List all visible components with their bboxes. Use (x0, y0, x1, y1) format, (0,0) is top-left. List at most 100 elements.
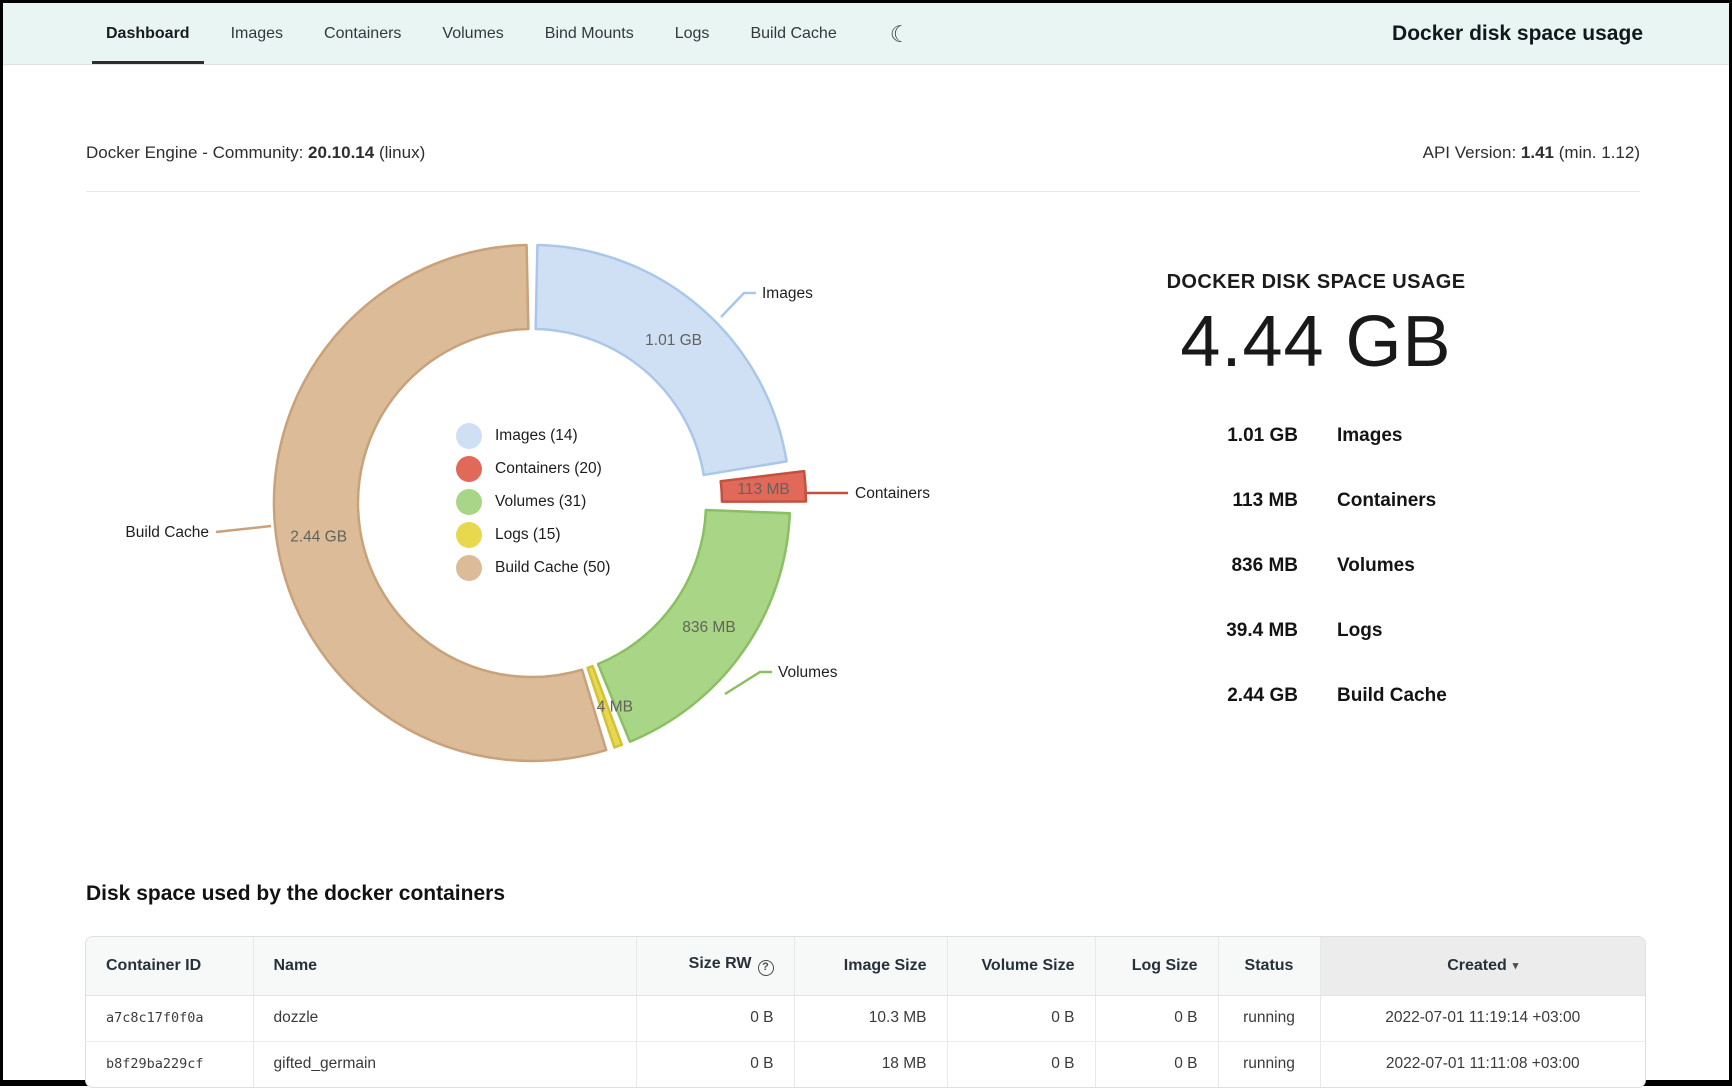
summary-value: 39.4 MB (1006, 620, 1298, 642)
cell-name: dozzle (253, 995, 636, 1041)
cell-log_size: 0 B (1095, 995, 1218, 1041)
col-header-status[interactable]: Status (1218, 937, 1320, 995)
legend-item-volumes[interactable]: Volumes (31) (456, 485, 610, 518)
legend-item-build-cache[interactable]: Build Cache (50) (456, 551, 610, 584)
table-row: a7c8c17f0f0adozzle0 B10.3 MB0 B0 Brunnin… (86, 995, 1645, 1041)
col-header-label: Status (1245, 957, 1294, 974)
col-header-log-size[interactable]: Log Size (1095, 937, 1218, 995)
summary-value: 2.44 GB (1006, 685, 1298, 707)
engine-label: Docker Engine - Community: (86, 143, 303, 162)
legend-item-images[interactable]: Images (14) (456, 419, 610, 452)
sort-desc-icon: ▾ (1513, 960, 1519, 972)
engine-version: 20.10.14 (308, 143, 374, 162)
moon-icon[interactable]: ☾ (890, 3, 911, 64)
legend-label: Volumes (31) (495, 493, 586, 511)
cell-id: a7c8c17f0f0a (86, 995, 253, 1041)
summary-value: 836 MB (1006, 555, 1298, 577)
api-version: 1.41 (1521, 143, 1554, 162)
summary-label: Volumes (1298, 555, 1626, 577)
slice-value-label: 1.01 GB (645, 332, 702, 349)
summary-row-logs: 39.4 MB Logs (1006, 599, 1626, 664)
cell-volume_size: 0 B (947, 1041, 1095, 1087)
api-version-info: API Version: 1.41 (min. 1.12) (1423, 143, 1640, 163)
cell-name: gifted_germain (253, 1041, 636, 1087)
col-header-image-size[interactable]: Image Size (794, 937, 947, 995)
tab-logs[interactable]: Logs (661, 3, 724, 64)
tab-volumes[interactable]: Volumes (428, 3, 517, 64)
cell-created: 2022-07-01 11:11:08 +03:00 (1320, 1041, 1645, 1087)
col-header-created[interactable]: Created▾ (1320, 937, 1645, 995)
legend-item-logs[interactable]: Logs (15) (456, 518, 610, 551)
chart-legend: Images (14) Containers (20) Volumes (31) Lo… (456, 419, 610, 584)
disk-usage-donut-chart: 1.01 GB Images 113 MB Containers 836 MB Volum… (3, 195, 963, 785)
tab-bind-mounts[interactable]: Bind Mounts (531, 3, 648, 64)
engine-info: Docker Engine - Community: 20.10.14 (lin… (86, 143, 425, 163)
callout-label-images: Images (762, 285, 813, 302)
summary-row-containers: 113 MB Containers (1006, 469, 1626, 534)
tab-images[interactable]: Images (217, 3, 297, 64)
col-header-label: Container ID (106, 957, 201, 974)
col-header-label: Size RW (689, 955, 752, 972)
cell-id: b8f29ba229cf (86, 1041, 253, 1087)
col-header-label: Volume Size (981, 957, 1074, 974)
summary-total: 4.44 GB (1006, 304, 1626, 382)
callout-label-containers: Containers (855, 485, 930, 502)
col-header-name[interactable]: Name (253, 937, 636, 995)
cell-size_rw: 0 B (636, 995, 794, 1041)
col-header-volume-size[interactable]: Volume Size (947, 937, 1095, 995)
navbar: Dashboard Images Containers Volumes Bind… (3, 3, 1729, 65)
legend-swatch (456, 456, 482, 482)
legend-label: Logs (15) (495, 526, 560, 544)
summary-label: Logs (1298, 620, 1626, 642)
legend-swatch (456, 522, 482, 548)
summary-value: 113 MB (1006, 490, 1298, 512)
slice-value-label: 113 MB (737, 481, 789, 498)
legend-label: Containers (20) (495, 460, 602, 478)
col-header-size-rw[interactable]: Size RW? (636, 937, 794, 995)
callout-label-volumes: Volumes (778, 664, 838, 681)
cell-created: 2022-07-01 11:19:14 +03:00 (1320, 995, 1645, 1041)
callout-line (721, 293, 756, 317)
legend-item-containers[interactable]: Containers (20) (456, 452, 610, 485)
divider (86, 191, 1640, 192)
engine-suffix: (linux) (379, 143, 425, 162)
tab-label: Logs (675, 25, 710, 43)
tab-build-cache[interactable]: Build Cache (736, 3, 850, 64)
tab-dashboard[interactable]: Dashboard (92, 3, 204, 64)
tab-label: Containers (324, 25, 401, 43)
cell-image_size: 10.3 MB (794, 995, 947, 1041)
summary-label: Images (1298, 425, 1626, 447)
cell-status: running (1218, 1041, 1320, 1087)
tab-containers[interactable]: Containers (310, 3, 415, 64)
api-suffix: (min. 1.12) (1559, 143, 1640, 162)
legend-label: Images (14) (495, 427, 578, 445)
legend-swatch (456, 489, 482, 515)
col-header-container-id[interactable]: Container ID (86, 937, 253, 995)
table-row: b8f29ba229cfgifted_germain0 B18 MB0 B0 B… (86, 1041, 1645, 1087)
summary-row-build-cache: 2.44 GB Build Cache (1006, 664, 1626, 729)
tab-label: Bind Mounts (545, 25, 634, 43)
legend-swatch (456, 555, 482, 581)
api-label: API Version: (1423, 143, 1517, 162)
cell-status: running (1218, 995, 1320, 1041)
summary-label: Containers (1298, 490, 1626, 512)
containers-section-heading: Disk space used by the docker containers (86, 882, 505, 906)
slice-value-label: 2.44 GB (290, 529, 347, 546)
help-icon[interactable]: ? (758, 960, 774, 976)
summary-row-volumes: 836 MB Volumes (1006, 534, 1626, 599)
containers-table: Container IDNameSize RW?Image SizeVolume… (85, 936, 1646, 1088)
cell-volume_size: 0 B (947, 995, 1095, 1041)
slice-value-label: 836 MB (682, 619, 735, 636)
legend-swatch (456, 423, 482, 449)
summary-value: 1.01 GB (1006, 425, 1298, 447)
page-title: Docker disk space usage (1392, 3, 1643, 65)
tab-label: Dashboard (106, 25, 190, 43)
summary-row-images: 1.01 GB Images (1006, 404, 1626, 469)
cell-size_rw: 0 B (636, 1041, 794, 1087)
callout-label-build-cache: Build Cache (125, 524, 209, 541)
col-header-label: Name (274, 957, 318, 974)
disk-usage-summary: DOCKER DISK SPACE USAGE 4.44 GB 1.01 GB … (1006, 271, 1626, 729)
tab-label: Images (231, 25, 283, 43)
tab-label: Volumes (442, 25, 503, 43)
col-header-label: Log Size (1132, 957, 1198, 974)
